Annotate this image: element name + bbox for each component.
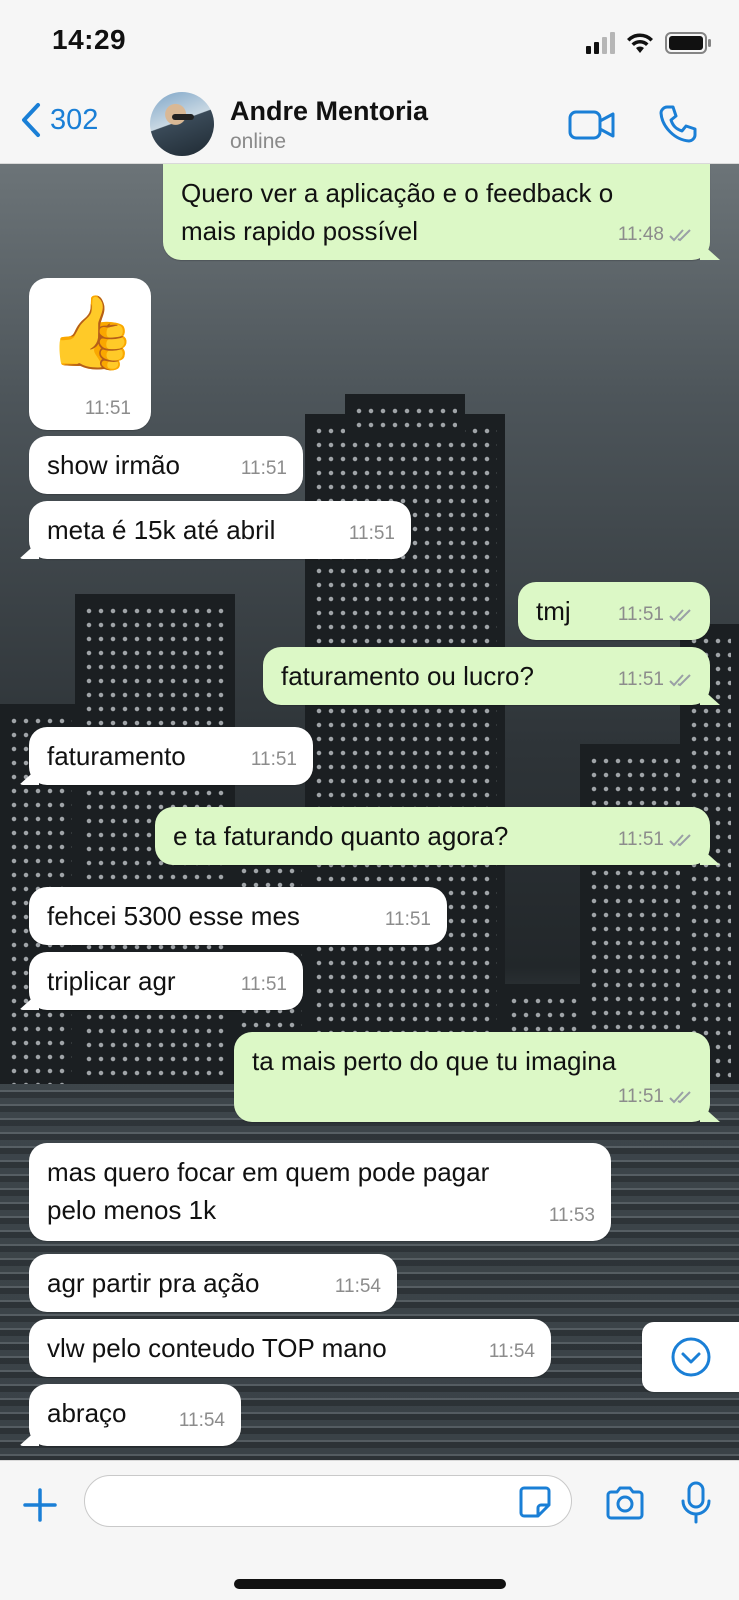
- message-time: 11:51: [240, 458, 287, 479]
- video-camera-icon: [568, 110, 615, 140]
- message-bubble-incoming[interactable]: triplicar agr 11:51: [29, 952, 303, 1010]
- message-bubble-outgoing[interactable]: faturamento ou lucro? 11:51: [263, 647, 710, 705]
- message-text: vlw pelo conteudo TOP mano: [47, 1333, 387, 1363]
- message-time: 11:51: [250, 749, 297, 770]
- status-icons: [586, 30, 713, 56]
- message-time: 11:51: [240, 974, 287, 995]
- message-bubble-outgoing[interactable]: tmj 11:51: [518, 582, 710, 640]
- thumbs-up-sticker: 👍: [47, 293, 137, 373]
- plus-icon: [23, 1488, 57, 1522]
- message-text: agr partir pra ação: [47, 1268, 260, 1298]
- read-ticks-icon: [669, 229, 691, 242]
- contact-status: online: [230, 130, 287, 153]
- message-meta: 11:51: [618, 1078, 696, 1116]
- message-text: e ta faturando quanto agora?: [173, 821, 509, 851]
- unread-count: 302: [50, 103, 99, 136]
- read-ticks-icon: [669, 1091, 691, 1104]
- message-time: 11:51: [617, 604, 664, 625]
- back-button[interactable]: 302: [20, 102, 98, 138]
- message-time: 11:54: [334, 1276, 381, 1297]
- attach-button[interactable]: [22, 1487, 58, 1528]
- battery-icon: [665, 32, 711, 54]
- status-time: 14:29: [52, 24, 127, 55]
- microphone-icon: [681, 1481, 711, 1524]
- message-bubble-outgoing[interactable]: Quero ver a aplicação e o feedback o mai…: [163, 164, 710, 260]
- home-indicator: [234, 1579, 506, 1589]
- message-bubble-incoming[interactable]: mas quero focar em quem pode pagar pelo …: [29, 1143, 611, 1241]
- sticker-button[interactable]: [518, 1485, 552, 1524]
- sticker-icon: [519, 1486, 551, 1518]
- message-text: fehcei 5300 esse mes: [47, 901, 300, 931]
- message-bubble-incoming[interactable]: fehcei 5300 esse mes 11:51: [29, 887, 447, 945]
- message-text: mas quero focar em quem pode pagar pelo …: [47, 1157, 490, 1225]
- message-bubble-incoming[interactable]: faturamento 11:51: [29, 727, 313, 785]
- message-text: meta é 15k até abril: [47, 515, 276, 545]
- status-bar: 14:29: [0, 0, 739, 86]
- mic-button[interactable]: [680, 1481, 712, 1530]
- contact-name[interactable]: Andre Mentoria: [230, 96, 428, 127]
- message-bubble-incoming[interactable]: agr partir pra ação 11:54: [29, 1254, 397, 1312]
- read-ticks-icon: [669, 609, 691, 622]
- message-time: 11:51: [617, 1086, 664, 1107]
- avatar[interactable]: [150, 92, 214, 156]
- input-bar: [0, 1460, 739, 1600]
- message-bubble-incoming[interactable]: show irmão 11:51: [29, 436, 303, 494]
- read-ticks-icon: [669, 834, 691, 847]
- scroll-to-bottom-button[interactable]: [642, 1322, 739, 1392]
- cellular-signal-icon: [586, 32, 615, 54]
- camera-button[interactable]: [604, 1485, 646, 1526]
- message-time: 11:51: [84, 398, 131, 419]
- message-time: 11:54: [178, 1410, 225, 1431]
- message-input[interactable]: [84, 1475, 572, 1527]
- message-bubble-outgoing[interactable]: ta mais perto do que tu imagina 11:51: [234, 1032, 710, 1122]
- message-meta: 11:51: [618, 596, 696, 634]
- message-bubble-outgoing[interactable]: e ta faturando quanto agora? 11:51: [155, 807, 710, 865]
- chevron-left-icon: [22, 103, 40, 137]
- message-time: 11:51: [384, 909, 431, 930]
- message-bubble-incoming[interactable]: vlw pelo conteudo TOP mano 11:54: [29, 1319, 551, 1377]
- message-bubble-incoming[interactable]: meta é 15k até abril 11:51: [29, 501, 411, 559]
- message-time: 11:54: [488, 1341, 535, 1362]
- chat-area[interactable]: Quero ver a aplicação e o feedback o mai…: [0, 164, 739, 1460]
- message-time: 11:53: [548, 1205, 595, 1226]
- message-meta: 11:48: [618, 216, 696, 254]
- message-time: 11:48: [617, 224, 664, 245]
- wifi-icon: [627, 33, 653, 53]
- camera-icon: [606, 1486, 644, 1520]
- read-ticks-icon: [669, 674, 691, 687]
- message-bubble-incoming[interactable]: abraço 11:54: [29, 1384, 241, 1446]
- phone-icon: [659, 105, 697, 143]
- message-time: 11:51: [617, 669, 664, 690]
- message-meta: 11:51: [618, 661, 696, 699]
- chevron-down-circle-icon: [671, 1337, 710, 1377]
- message-time: 11:51: [617, 829, 664, 850]
- message-time: 11:51: [348, 523, 395, 544]
- voice-call-button[interactable]: [658, 104, 698, 149]
- message-meta: 11:51: [618, 821, 696, 859]
- message-text: ta mais perto do que tu imagina: [252, 1046, 617, 1076]
- message-sticker[interactable]: 👍 11:51: [29, 278, 151, 430]
- chat-header: 302 Andre Mentoria online: [0, 86, 739, 164]
- video-call-button[interactable]: [568, 108, 616, 147]
